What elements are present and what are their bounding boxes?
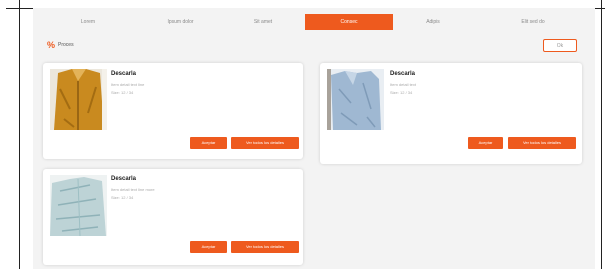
- item-card-3: Descarla Item detail text line more Size…: [43, 169, 303, 265]
- item-size-3: Size: 12 / 34: [111, 195, 134, 200]
- accept-button-1[interactable]: Aceptar: [190, 137, 227, 149]
- main-panel: Lorem Ipsum dolor Sit amet Consec Adipis…: [33, 8, 595, 269]
- item-card-2: Descarla Item detail text Size: 12 / 34 …: [320, 63, 582, 164]
- tab-2[interactable]: Ipsum dolor: [138, 14, 223, 30]
- details-button-2[interactable]: Ver todos los detalles: [508, 137, 576, 149]
- item-card-1: Descarla Item detail text line Size: 12 …: [43, 63, 303, 159]
- item-thumbnail-2: [327, 69, 384, 130]
- accept-button-3[interactable]: Aceptar: [190, 241, 227, 253]
- tab-3[interactable]: Sit amet: [228, 14, 298, 30]
- item-detail-3: Item detail text line more: [111, 187, 155, 192]
- left-frame-line: [19, 0, 20, 269]
- tab-1[interactable]: Lorem: [53, 14, 123, 30]
- item-thumbnail-3: [50, 175, 107, 236]
- tab-4-active[interactable]: Consec: [305, 14, 393, 30]
- details-button-3[interactable]: Ver todos los detalles: [231, 241, 299, 253]
- section-title: % Proces: [47, 40, 74, 50]
- item-detail-2: Item detail text: [390, 82, 417, 87]
- section-icon: %: [47, 40, 56, 50]
- item-title-1: Descarla: [111, 71, 137, 77]
- top-frame-line-left: [6, 8, 36, 9]
- item-detail-1: Item detail text line: [111, 82, 145, 87]
- item-title-2: Descarla: [390, 71, 416, 77]
- tab-6[interactable]: Elit sed do: [493, 14, 573, 30]
- accept-button-2[interactable]: Aceptar: [468, 137, 503, 149]
- tab-bar: Lorem Ipsum dolor Sit amet Consec Adipis…: [33, 14, 595, 30]
- item-size-1: Size: 12 / 34: [111, 90, 134, 95]
- corner-button[interactable]: Ok: [543, 39, 577, 52]
- section-title-text: Proces: [58, 42, 74, 48]
- details-button-1[interactable]: Ver todos los detalles: [231, 137, 299, 149]
- tab-5[interactable]: Adipis: [398, 14, 468, 30]
- item-thumbnail-1: [50, 69, 107, 130]
- item-size-2: Size: 12 / 34: [390, 90, 413, 95]
- item-title-3: Descarla: [111, 176, 137, 182]
- right-frame-line: [601, 0, 602, 269]
